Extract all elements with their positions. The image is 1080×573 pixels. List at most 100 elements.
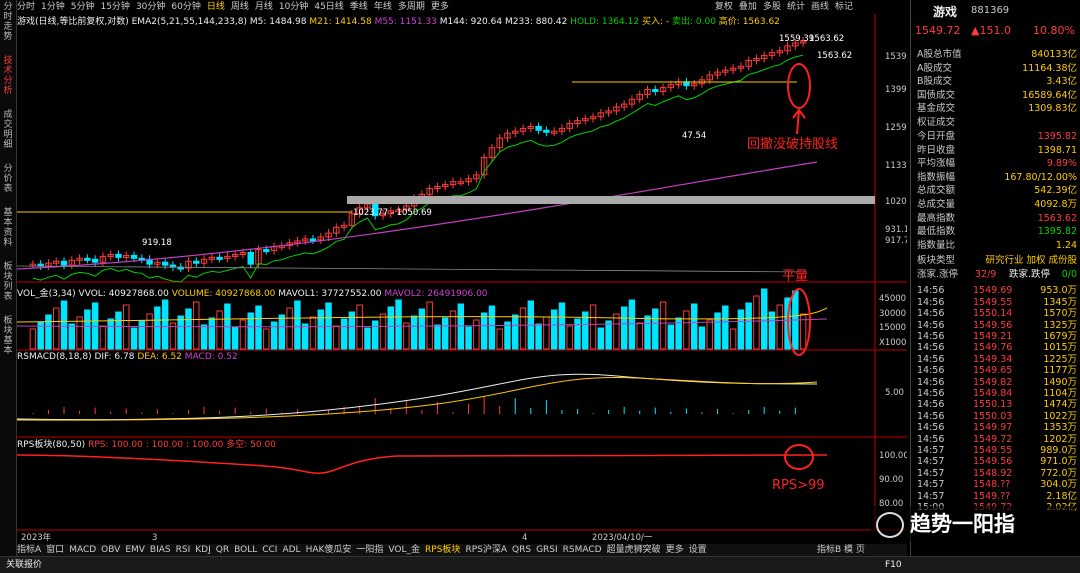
advance-decline: 涨家.涨停 32/9 跌家.跌停 0/0 — [917, 269, 1077, 281]
price-axis-label: 917.7 — [885, 236, 907, 246]
price-annotation: 1563.62 — [817, 51, 852, 61]
tool-2[interactable]: 多股 — [763, 2, 781, 12]
period-7[interactable]: 周线 — [231, 2, 249, 12]
left-tab-0[interactable]: 分时走势 — [1, 2, 15, 42]
period-2[interactable]: 5分钟 — [71, 2, 95, 12]
quote-row-8: 平均涨幅 9.89% — [917, 158, 1077, 170]
indicator-tab-20[interactable]: 超量虎狮突破 — [607, 545, 661, 555]
indicator-tab-10[interactable]: CCI — [262, 545, 277, 555]
period-13[interactable]: 多周期 — [398, 2, 425, 12]
volume-bar — [154, 306, 161, 350]
volume-bar — [776, 304, 783, 350]
left-tab-5[interactable]: 板块列表 — [1, 262, 15, 302]
quote-row-6: 今日开盘 1395.82 — [917, 131, 1077, 142]
quote-panel: 游戏 881369 1549.72 ▲151.0 10.80% A股总市值 840… — [910, 0, 1080, 556]
volume-bar — [613, 313, 620, 350]
candle-body — [115, 253, 122, 258]
volume-bar — [667, 324, 675, 350]
volume-bar — [107, 318, 114, 350]
volume-bar — [255, 305, 262, 350]
volume-bar — [473, 319, 480, 350]
period-9[interactable]: 10分钟 — [279, 2, 308, 12]
period-10[interactable]: 45日线 — [314, 2, 343, 12]
annotation-text: 回撤没破持股线 — [747, 136, 838, 152]
indicator-tab-22[interactable]: 设置 — [689, 545, 707, 555]
f10-label[interactable]: F10 — [885, 557, 902, 573]
period-11[interactable]: 季线 — [350, 2, 368, 12]
indicator-tab-19[interactable]: RSMACD — [563, 545, 602, 555]
volume-bar — [76, 316, 83, 350]
indicator-tab-3[interactable]: OBV — [101, 545, 120, 555]
rps-line — [17, 454, 828, 474]
indicator-tab-13[interactable]: 一阳指 — [356, 545, 383, 555]
tool-0[interactable]: 复权 — [715, 2, 733, 12]
tool-4[interactable]: 画线 — [811, 2, 829, 12]
indicator-tab-2[interactable]: MACD — [69, 545, 96, 555]
price-axis-label: 1539 — [885, 52, 907, 62]
plate-type[interactable]: 板块类型 研究行业 加权 成份股 — [913, 254, 1077, 267]
indicator-tab-7[interactable]: KDJ — [195, 545, 211, 555]
change-percent: 10.80% — [1033, 24, 1075, 37]
volume-bar — [488, 305, 496, 350]
period-1[interactable]: 1分钟 — [41, 2, 65, 12]
indicator-tab-0[interactable]: 指标A — [17, 545, 41, 555]
indicator-tab-9[interactable]: BOLL — [234, 545, 257, 555]
quote-row-4: 基金成交 1309.83亿 — [917, 103, 1077, 115]
period-14[interactable]: 更多 — [431, 2, 449, 12]
volume-bar — [395, 299, 402, 350]
kline-chart[interactable]: 15391399125911331020931.1917.71559.39156… — [17, 14, 907, 542]
indicator-tab-15[interactable]: RPS板块 — [425, 545, 460, 555]
price-axis-label: 931.1 — [885, 225, 907, 235]
indicator-tab-17[interactable]: QRS — [512, 545, 531, 555]
volume-bar — [706, 319, 713, 350]
period-4[interactable]: 30分钟 — [136, 2, 165, 12]
tool-5[interactable]: 标记 — [835, 2, 853, 12]
tool-3[interactable]: 统计 — [787, 2, 805, 12]
left-tab-3[interactable]: 分价表 — [1, 164, 15, 194]
volume-bar — [379, 313, 387, 350]
status-left[interactable]: 关联报价 — [6, 560, 42, 570]
volume-bar — [208, 317, 216, 350]
volume-bar — [216, 310, 223, 350]
indicator-tab-11[interactable]: ADL — [282, 545, 300, 555]
price-axis-label: 1399 — [885, 85, 907, 95]
volume-bar — [403, 322, 410, 350]
indicator-tab-8[interactable]: QR — [216, 545, 229, 555]
indicator-tab-12[interactable]: HAK傻瓜安 — [306, 545, 352, 555]
indicator-tab-21[interactable]: 更多 — [666, 545, 684, 555]
candle-body — [84, 257, 91, 261]
indicator-tab-5[interactable]: BIAS — [150, 545, 171, 555]
indicator-tab-18[interactable]: GRSI — [536, 545, 558, 555]
left-tab-4[interactable]: 基本资料 — [1, 208, 15, 248]
indicator-tab-6[interactable]: RSI — [176, 545, 191, 555]
indicator-tab-16[interactable]: RPS沪深A — [465, 545, 507, 555]
volume-bar — [115, 311, 122, 350]
candle-body — [652, 89, 659, 93]
indicator-tab-14[interactable]: VOL_金 — [388, 545, 420, 555]
ma-line — [17, 265, 808, 273]
volume-bar — [480, 312, 488, 350]
indicator-b-tab[interactable]: 指标B 模 页 — [817, 544, 865, 556]
volume-bar — [605, 320, 612, 350]
flat-volume-label: 平量 — [782, 269, 808, 284]
left-tab-2[interactable]: 成交明细 — [1, 110, 15, 150]
indicator-tab-1[interactable]: 窗口 — [46, 545, 64, 555]
volume-bar — [231, 326, 239, 350]
left-tab-6[interactable]: 板块基本 — [1, 316, 15, 356]
period-0[interactable]: 分时 — [17, 2, 35, 12]
wechat-icon — [876, 512, 904, 538]
volume-bar — [636, 322, 643, 350]
indicator-tab-4[interactable]: EMV — [125, 545, 145, 555]
period-12[interactable]: 年线 — [374, 2, 392, 12]
period-8[interactable]: 月线 — [255, 2, 273, 12]
volume-indicator-info: VOL_金(3,34) VVOL: 40927868.00 VOLUME: 40… — [17, 289, 488, 299]
period-6[interactable]: 日线 — [207, 2, 225, 12]
x-axis-label: 2023年 — [21, 532, 52, 542]
tool-1[interactable]: 叠加 — [739, 2, 757, 12]
left-tab-1[interactable]: 技术分析 — [1, 56, 15, 96]
quote-row-9: 指数振幅 167.80/12.00% — [917, 171, 1077, 183]
period-5[interactable]: 60分钟 — [171, 2, 200, 12]
volume-bar — [566, 325, 573, 350]
candle-body — [535, 125, 542, 131]
period-3[interactable]: 15分钟 — [100, 2, 129, 12]
